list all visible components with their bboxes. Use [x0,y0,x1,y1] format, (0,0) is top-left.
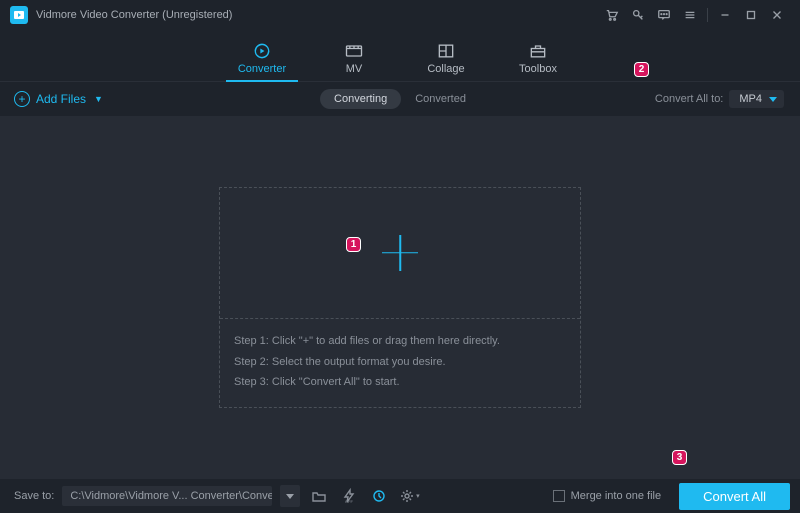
minimize-icon[interactable] [712,2,738,28]
tab-converter[interactable]: Converter [222,41,302,81]
title-bar: Vidmore Video Converter (Unregistered) [0,0,800,30]
mv-icon [343,41,365,61]
tab-mv[interactable]: MV [314,41,394,81]
add-plus-icon[interactable] [382,235,418,271]
merge-checkbox[interactable]: Merge into one file [553,490,662,502]
segment-converted[interactable]: Converted [401,89,480,109]
converter-icon [251,41,273,61]
app-title: Vidmore Video Converter (Unregistered) [36,9,232,21]
feedback-icon[interactable] [651,2,677,28]
convert-all-to-label: Convert All to: [655,93,723,105]
drop-zone[interactable]: Step 1: Click "+" to add files or drag t… [219,187,581,409]
tab-label: Converter [238,63,286,75]
app-logo [10,6,28,24]
toolbox-icon [527,41,549,61]
settings-gear-icon[interactable]: ▾ [398,485,420,507]
marker-3: 3 [672,450,687,465]
close-icon[interactable] [764,2,790,28]
marker-1: 1 [346,237,361,252]
hardware-accel-icon[interactable]: OFF [338,485,360,507]
drop-zone-top[interactable] [220,188,580,318]
tab-toolbox[interactable]: Toolbox [498,41,578,81]
save-to-label: Save to: [14,490,54,502]
chevron-down-icon: ▼ [94,94,103,104]
high-speed-icon[interactable] [368,485,390,507]
step-2: Step 2: Select the output format you des… [234,352,566,373]
add-files-label: Add Files [36,92,86,106]
tab-label: Collage [427,63,464,75]
bottom-bar: Save to: C:\Vidmore\Vidmore V... Convert… [0,479,800,513]
maximize-icon[interactable] [738,2,764,28]
tab-label: MV [346,63,363,75]
convert-all-to: Convert All to: MP4 [655,90,784,108]
key-icon[interactable] [625,2,651,28]
tab-collage[interactable]: Collage [406,41,486,81]
step-3: Step 3: Click "Convert All" to start. [234,372,566,393]
collage-icon [435,41,457,61]
drop-zone-instructions: Step 1: Click "+" to add files or drag t… [220,318,580,408]
separator [707,8,708,22]
menu-icon[interactable] [677,2,703,28]
status-segments: Converting Converted [320,89,480,109]
merge-label: Merge into one file [571,490,662,502]
save-path-box[interactable]: C:\Vidmore\Vidmore V... Converter\Conver… [62,486,272,506]
main-tabs: Converter MV Collage Toolbox [0,30,800,82]
save-path-dropdown[interactable] [280,485,300,507]
step-1: Step 1: Click "+" to add files or drag t… [234,331,566,352]
workspace: Step 1: Click "+" to add files or drag t… [0,116,800,479]
svg-text:OFF: OFF [345,499,354,504]
add-files-button[interactable]: + Add Files ▼ [14,91,103,107]
format-select[interactable]: MP4 [729,90,784,108]
marker-2: 2 [634,62,649,77]
sub-toolbar: + Add Files ▼ Converting Converted Conve… [0,82,800,116]
segment-converting[interactable]: Converting [320,89,401,109]
open-folder-icon[interactable] [308,485,330,507]
checkbox-icon [553,490,565,502]
tab-label: Toolbox [519,63,557,75]
cart-icon[interactable] [599,2,625,28]
plus-circle-icon: + [14,91,30,107]
convert-all-button[interactable]: Convert All [679,483,790,510]
